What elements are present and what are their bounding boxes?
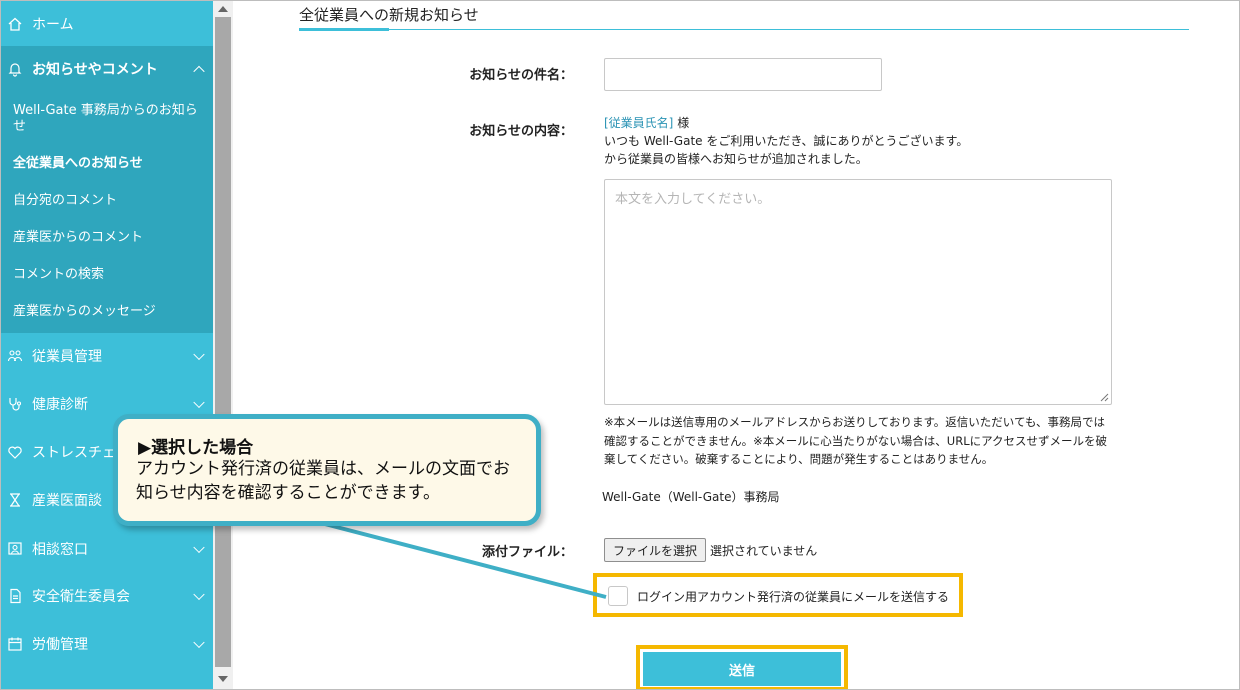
employee-name-placeholder: [従業員氏名] bbox=[604, 116, 674, 130]
submenu-item-doctor-messages[interactable]: 産業医からのメッセージ bbox=[13, 304, 203, 320]
chevron-down-icon[interactable] bbox=[193, 396, 205, 409]
scroll-down-icon[interactable] bbox=[218, 676, 228, 682]
sidebar-item-label: 労働管理 bbox=[32, 637, 88, 653]
sidebar: ホーム お知らせやコメント Well-Gate 事務局からのお知らせ 全従業員へ… bbox=[1, 1, 213, 689]
title-divider bbox=[299, 29, 1189, 30]
subject-label: お知らせの件名： bbox=[469, 68, 573, 83]
callout-title: ▶選択した場合 bbox=[138, 438, 254, 458]
submenu-item-all-employees[interactable]: 全従業員へのお知らせ bbox=[13, 156, 203, 172]
intro-line: いつも Well-Gate をご利用いただき、誠にありがとうございます。 bbox=[604, 134, 969, 148]
submenu-item-my-comments[interactable]: 自分宛のコメント bbox=[13, 193, 203, 209]
sidebar-submenu: Well-Gate 事務局からのお知らせ 全従業員へのお知らせ 自分宛のコメント… bbox=[1, 91, 213, 333]
content-label: お知らせの内容： bbox=[469, 124, 573, 139]
chevron-down-icon[interactable] bbox=[193, 636, 205, 649]
document-icon bbox=[6, 587, 24, 605]
consult-icon bbox=[6, 540, 24, 558]
sidebar-item-label: ストレスチェ bbox=[32, 445, 116, 461]
chevron-down-icon[interactable] bbox=[193, 588, 205, 601]
sidebar-item-home[interactable]: ホーム bbox=[1, 1, 213, 47]
submit-button[interactable]: 送信 bbox=[643, 652, 841, 686]
attach-label: 添付ファイル： bbox=[481, 545, 573, 560]
sidebar-item-label: ホーム bbox=[32, 17, 74, 33]
sidebar-item-label: 健康診断 bbox=[32, 397, 88, 413]
hourglass-icon bbox=[6, 491, 24, 509]
content-intro: [従業員氏名] 様 いつも Well-Gate をご利用いただき、誠にありがとう… bbox=[604, 114, 968, 168]
body-textarea[interactable] bbox=[604, 179, 1112, 405]
app-window: ホーム お知らせやコメント Well-Gate 事務局からのお知らせ 全従業員へ… bbox=[0, 0, 1240, 690]
sidebar-item-safety-committee[interactable]: 安全衛生委員会 bbox=[1, 573, 213, 619]
submit-highlight: 送信 bbox=[636, 645, 848, 689]
signature: Well-Gate（Well-Gate）事務局 bbox=[602, 490, 780, 504]
submenu-item-comment-search[interactable]: コメントの検索 bbox=[13, 267, 203, 283]
submenu-item-wellgate-notices[interactable]: Well-Gate 事務局からのお知らせ bbox=[13, 103, 203, 135]
heart-icon bbox=[6, 443, 24, 461]
home-icon bbox=[6, 15, 24, 33]
intro-line: から従業員の皆様へお知らせが追加されました。 bbox=[604, 152, 868, 166]
file-status: 選択されていません bbox=[710, 544, 818, 558]
scroll-thumb[interactable] bbox=[215, 17, 231, 667]
sidebar-item-label: お知らせやコメント bbox=[32, 62, 158, 78]
sidebar-item-label: 産業医面談 bbox=[32, 493, 102, 509]
callout-body: アカウント発行済の従業員は、メールの文面でお知らせ内容を確認することができます。 bbox=[136, 459, 510, 503]
sidebar-item-label: 従業員管理 bbox=[32, 349, 102, 365]
stethoscope-icon bbox=[6, 395, 24, 413]
choose-file-button[interactable]: ファイルを選択 bbox=[604, 538, 706, 562]
honorific: 様 bbox=[673, 116, 690, 130]
chevron-down-icon[interactable] bbox=[193, 541, 205, 554]
sidebar-item-label: 安全衛生委員会 bbox=[32, 589, 130, 605]
title-divider-accent bbox=[299, 28, 389, 31]
email-notice: ※本メールは送信専用のメールアドレスからお送りしております。返信いただいても、事… bbox=[604, 415, 1108, 466]
subject-input[interactable] bbox=[604, 58, 882, 91]
sidebar-item-consultation[interactable]: 相談窓口 bbox=[1, 526, 213, 572]
calendar-icon bbox=[6, 635, 24, 653]
people-icon bbox=[6, 347, 24, 365]
send-email-highlight: ログイン用アカウント発行済の従業員にメールを送信する bbox=[593, 573, 963, 617]
sidebar-scrollbar[interactable] bbox=[213, 1, 233, 689]
send-email-checkbox[interactable] bbox=[608, 586, 628, 606]
submenu-item-doctor-comments[interactable]: 産業医からのコメント bbox=[13, 230, 203, 246]
main-content: 全従業員への新規お知らせ お知らせの件名： お知らせの内容： [従業員氏名] 様… bbox=[233, 1, 1239, 689]
chevron-up-icon[interactable] bbox=[193, 65, 205, 78]
scroll-up-icon[interactable] bbox=[218, 6, 228, 12]
page-title: 全従業員への新規お知らせ bbox=[299, 6, 479, 24]
chevron-down-icon[interactable] bbox=[193, 348, 205, 361]
sidebar-item-labor[interactable]: 労働管理 bbox=[1, 621, 213, 667]
bell-icon bbox=[6, 60, 24, 78]
callout-box: ▶選択した場合 アカウント発行済の従業員は、メールの文面でお知らせ内容を確認する… bbox=[113, 414, 541, 526]
sidebar-item-employees[interactable]: 従業員管理 bbox=[1, 333, 213, 379]
resize-grip-icon[interactable] bbox=[1099, 392, 1109, 402]
send-email-label[interactable]: ログイン用アカウント発行済の従業員にメールを送信する bbox=[637, 588, 949, 605]
sidebar-item-notices[interactable]: お知らせやコメント bbox=[1, 46, 213, 92]
sidebar-item-label: 相談窓口 bbox=[32, 542, 88, 558]
